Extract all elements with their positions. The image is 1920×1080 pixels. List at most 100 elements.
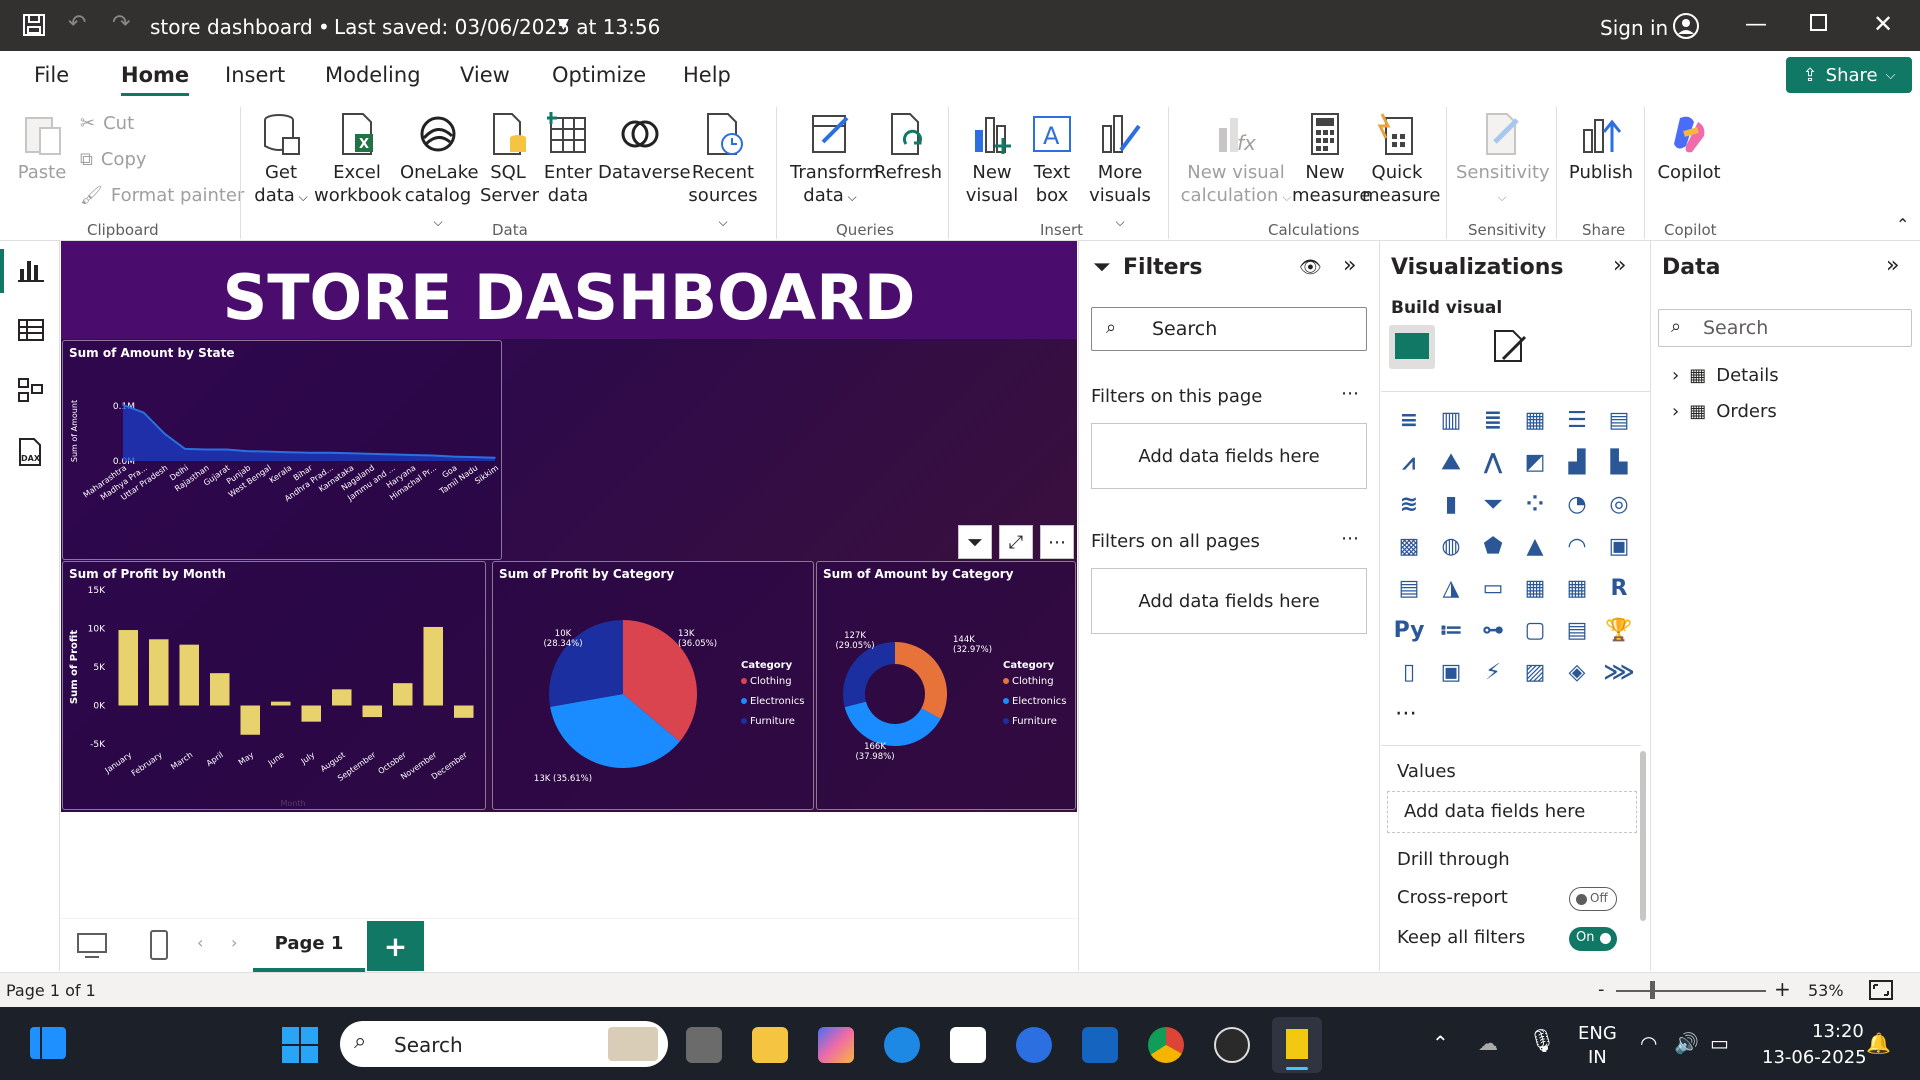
keep-all-filters-toggle[interactable]: On [1569,927,1617,951]
clustered-column-chart-icon[interactable]: ▦ [1519,405,1551,437]
powerbi-taskbar-button[interactable] [1272,1017,1322,1073]
excel-workbook-button[interactable]: X Excel workbook [314,111,401,207]
format-visual-icon[interactable] [1491,329,1527,365]
prev-page-icon[interactable]: ‹ [197,933,203,952]
more-visuals-button[interactable]: More visuals ⌵ [1084,111,1156,234]
cross-report-toggle[interactable]: Off [1569,887,1617,911]
tab-help[interactable]: Help [683,63,731,87]
tab-insert[interactable]: Insert [225,63,285,87]
tab-view[interactable]: View [460,63,510,87]
scrollbar[interactable] [1640,751,1646,921]
ribbon-chart-icon[interactable]: ≋ [1393,489,1425,521]
focus-mode-button[interactable]: ⤢ [999,525,1033,559]
page-filter-dropzone[interactable]: Add data fields here [1091,423,1367,489]
maximize-icon[interactable] [1810,14,1827,31]
build-visual-tab[interactable] [1389,325,1435,369]
narrative-icon[interactable]: ▤ [1561,615,1593,647]
app-icon[interactable] [1082,1027,1118,1063]
close-icon[interactable]: ✕ [1873,10,1893,38]
table-icon[interactable]: ▦ [1519,573,1551,605]
filter-visual-button[interactable]: ⏷ [958,525,992,559]
line-column-chart-icon[interactable]: ▟ [1561,447,1593,479]
desktop-layout-icon[interactable] [77,933,107,959]
decomposition-tree-icon[interactable]: ⊶ [1477,615,1509,647]
text-box-button[interactable]: A Text box [1024,111,1080,207]
amount-by-state-card[interactable]: Sum of Amount by State 0.0M0.1MSum of Am… [62,340,502,560]
page-tab-1[interactable]: Page 1 [253,919,365,972]
treemap-icon[interactable]: ▩ [1393,531,1425,563]
zoom-in-icon[interactable]: + [1774,977,1791,1001]
ellipsis-icon[interactable]: ⋯ [1341,383,1359,404]
ellipsis-icon[interactable]: ⋯ [1341,528,1359,549]
table-details[interactable]: › ▦ Details [1672,365,1779,386]
card-new-icon[interactable]: ▣ [1435,657,1467,689]
microsoft-store-icon[interactable] [950,1027,986,1063]
100-stacked-column-icon[interactable]: ▤ [1603,405,1635,437]
power-apps-icon[interactable]: ⚡ [1477,657,1509,689]
filled-map-icon[interactable]: ⬟ [1477,531,1509,563]
new-measure-button[interactable]: New measure [1292,111,1371,207]
collapse-pane-icon[interactable]: » [1343,253,1356,278]
more-visuals-ellipsis[interactable]: ⋯ [1395,701,1417,726]
battery-icon[interactable]: ▭ [1710,1031,1729,1055]
windows-start-icon[interactable] [282,1027,318,1063]
pie-chart-icon[interactable]: ◔ [1561,489,1593,521]
sign-in-link[interactable]: Sign in [1600,16,1668,40]
sql-server-button[interactable]: SQL Server [480,111,539,207]
clock-time[interactable]: 13:20 [1812,1021,1864,1042]
new-visual-calculation-button[interactable]: fx New visual calculation ⌵ [1180,111,1292,209]
fit-to-page-icon[interactable] [1868,979,1894,1001]
task-view-icon[interactable] [686,1027,722,1063]
kpi-icon[interactable]: ◮ [1435,573,1467,605]
enter-data-button[interactable]: Enter data [540,111,596,207]
mobile-layout-icon[interactable] [149,929,171,961]
format-painter-button[interactable]: 🖌 Format painter [80,185,244,206]
key-influencers-icon[interactable]: ≔ [1435,615,1467,647]
add-page-button[interactable]: + [367,921,424,971]
refresh-button[interactable]: Refresh [874,111,942,184]
microphone-icon[interactable]: 🎙 [1528,1029,1556,1054]
donut-chart-icon[interactable]: ◎ [1603,489,1635,521]
power-automate-icon[interactable]: ▨ [1519,657,1551,689]
eye-icon[interactable]: 👁 [1299,257,1322,278]
report-view-icon[interactable] [18,257,44,283]
new-visual-button[interactable]: New visual [962,111,1022,207]
collapse-pane-icon[interactable]: » [1613,253,1626,278]
zoom-slider-thumb[interactable] [1650,981,1655,999]
zoom-out-icon[interactable]: - [1598,979,1605,1000]
recent-sources-button[interactable]: Recent sources ⌵ [688,111,758,234]
collapse-pane-icon[interactable]: » [1886,253,1899,278]
sensitivity-button[interactable]: Sensitivity ⌵ [1456,111,1550,209]
gauge-icon[interactable]: ◠ [1561,531,1593,563]
100-stacked-bar-icon[interactable]: ☰ [1561,405,1593,437]
stacked-bar-chart-icon[interactable]: ≡ [1393,405,1425,437]
table-view-icon[interactable] [18,317,44,343]
qa-icon[interactable]: ▢ [1519,615,1551,647]
fabric-icon[interactable]: ◈ [1561,657,1593,689]
stacked-column-chart-icon[interactable]: ▥ [1435,405,1467,437]
paste-button[interactable]: Paste [16,111,68,184]
paginated-report-icon[interactable]: ▯ [1393,657,1425,689]
100-stacked-area-icon[interactable]: ◩ [1519,447,1551,479]
transform-data-button[interactable]: Transform data ⌵ [790,111,880,209]
zoom-slider[interactable] [1616,990,1766,992]
line-clustered-column-icon[interactable]: ▙ [1603,447,1635,479]
chevron-down-icon[interactable]: ▼ [558,16,569,32]
filters-search-input[interactable]: ⌕ Search [1091,307,1367,351]
multi-row-card-icon[interactable]: ▤ [1393,573,1425,605]
map-icon[interactable]: ◍ [1435,531,1467,563]
stacked-area-icon[interactable]: ⋀ [1477,447,1509,479]
copilot-app-icon[interactable] [818,1027,854,1063]
values-dropzone[interactable]: Add data fields here [1387,791,1637,833]
slicer-icon[interactable]: ▭ [1477,573,1509,605]
next-page-icon[interactable]: › [231,933,237,952]
area-chart-icon[interactable]: ⛰ [1435,447,1467,479]
profit-by-month-card[interactable]: Sum of Profit by Month -5K 0K 5K 10K 15K Sum … [62,561,486,810]
clock-date[interactable]: 13-06-2025 [1762,1047,1867,1068]
language-region[interactable]: IN [1588,1047,1607,1068]
collapse-ribbon-icon[interactable]: ⌃ [1896,215,1909,234]
r-visual-icon[interactable]: R [1603,573,1635,605]
all-pages-filter-dropzone[interactable]: Add data fields here [1091,568,1367,634]
file-explorer-icon[interactable] [752,1027,788,1063]
dax-query-view-icon[interactable]: DAX [16,437,46,467]
